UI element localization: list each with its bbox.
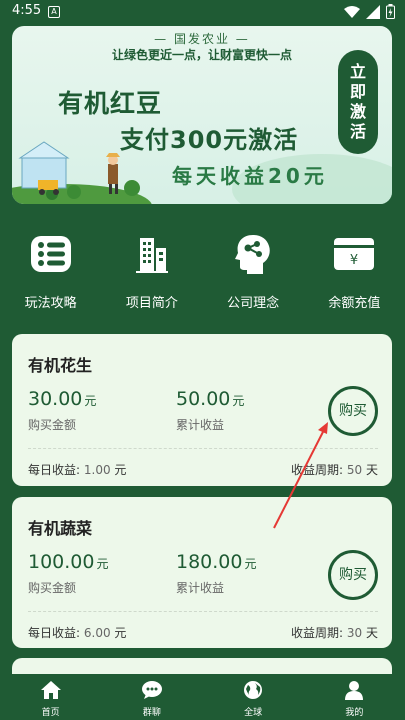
promo-banner[interactable]: — 国发农业 — 让绿色更近一点，让财富更快一点 有机红豆 支付300元激活 每… <box>12 26 392 204</box>
total-income: 50.00 元 <box>176 388 245 410</box>
battery-icon <box>386 4 395 19</box>
total-income: 180.00 元 <box>176 551 257 573</box>
product-name: 有机蔬菜 <box>28 519 93 538</box>
activate-char: 活 <box>349 122 366 141</box>
activate-char: 立 <box>349 62 366 81</box>
tab-label: 群聊 <box>142 708 161 718</box>
farm-illustration <box>12 141 152 204</box>
product-name: 有机花生 <box>28 356 93 375</box>
wifi-icon <box>344 5 360 18</box>
menu-label: 公司理念 <box>227 296 280 311</box>
list-icon <box>0 234 101 274</box>
tab-label: 首页 <box>41 708 60 718</box>
tab-label: 我的 <box>345 708 364 718</box>
bottom-tab-bar: 首页 群聊 全球 我的 <box>0 674 405 720</box>
status-time: 4:55 <box>12 3 42 18</box>
svg-text:¥: ¥ <box>350 253 358 268</box>
notification-a-icon: A <box>48 6 60 18</box>
status-bar: 4:55 A <box>0 0 405 24</box>
purchase-amount: 100.00 元 <box>28 551 109 573</box>
user-icon <box>304 680 405 702</box>
home-icon <box>0 680 101 702</box>
income-period: 收益周期: 30 天 <box>291 626 378 640</box>
activate-now-button[interactable]: 立 即 激 活 <box>338 50 378 154</box>
card-divider <box>28 448 378 449</box>
menu-item-philosophy[interactable]: 公司理念 <box>203 228 304 318</box>
wallet-yen-icon: ¥ <box>304 234 405 274</box>
menu-item-guide[interactable]: 玩法攻略 <box>0 228 101 318</box>
product-card: 有机花生 30.00 元 购买金额 50.00 元 累计收益 购买 每日收益: 1.… <box>12 334 392 486</box>
banner-slogan: 让绿色更近一点，让财富更快一点 <box>111 48 292 62</box>
building-icon <box>101 234 202 274</box>
tab-group-chat[interactable]: 群聊 <box>101 674 202 720</box>
banner-subtitle: — 国发农业 — <box>154 32 250 46</box>
menu-label: 玩法攻略 <box>24 296 77 311</box>
signal-icon <box>366 4 380 19</box>
menu-label: 余额充值 <box>328 296 381 311</box>
tab-label: 全球 <box>244 708 263 718</box>
banner-product-name: 有机红豆 <box>58 89 163 118</box>
purchase-amount-label: 购买金额 <box>28 418 77 432</box>
menu-item-recharge[interactable]: ¥ 余额充值 <box>304 228 405 318</box>
income-period: 收益周期: 50 天 <box>291 463 378 477</box>
chat-icon <box>101 680 202 702</box>
purchase-amount-label: 购买金额 <box>28 581 77 595</box>
status-icons <box>344 4 395 19</box>
card-divider <box>28 611 378 612</box>
globe-icon <box>203 680 304 702</box>
head-network-icon <box>203 234 304 274</box>
purchase-amount: 30.00 元 <box>28 388 97 410</box>
total-income-label: 累计收益 <box>176 581 225 595</box>
tab-mine[interactable]: 我的 <box>304 674 405 720</box>
menu-item-project-intro[interactable]: 项目简介 <box>101 228 202 318</box>
menu-label: 项目简介 <box>125 296 178 311</box>
daily-income: 每日收益: 6.00 元 <box>28 626 127 640</box>
buy-button[interactable]: 购买 <box>328 550 378 600</box>
banner-daily-income: 每天收益20元 <box>172 164 328 188</box>
quick-menu: 玩法攻略 项目简介 公司理念 ¥ 余额充值 <box>0 228 405 318</box>
buy-button[interactable]: 购买 <box>328 386 378 436</box>
total-income-label: 累计收益 <box>176 418 225 432</box>
activate-char: 激 <box>349 102 366 121</box>
daily-income: 每日收益: 1.00 元 <box>28 463 127 477</box>
product-card: 有机蔬菜 100.00 元 购买金额 180.00 元 累计收益 购买 每日收益: … <box>12 497 392 648</box>
tab-global[interactable]: 全球 <box>203 674 304 720</box>
tab-home[interactable]: 首页 <box>0 674 101 720</box>
activate-char: 即 <box>349 82 366 101</box>
